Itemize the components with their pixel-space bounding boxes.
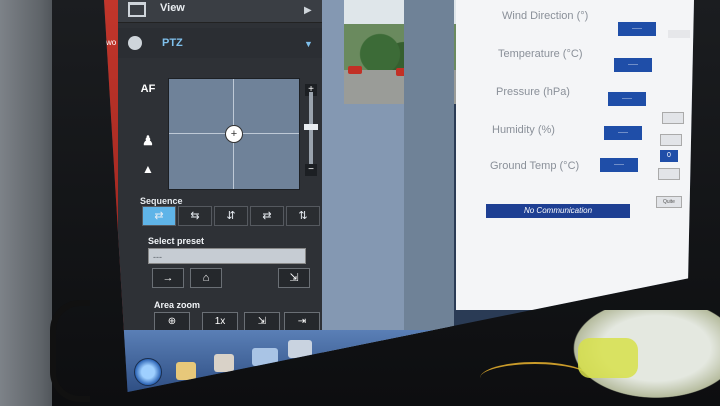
ground-temp-value: -----	[600, 158, 638, 172]
small-button[interactable]	[660, 134, 682, 146]
area-zoom-button[interactable]: ⊕	[154, 312, 190, 332]
zoom-out-button[interactable]: −	[305, 164, 317, 176]
temperature-value: -----	[614, 58, 652, 72]
sequence-button-5[interactable]: ⇅	[286, 206, 320, 226]
go-to-preset-button[interactable]: →	[152, 268, 184, 288]
sequence-label: Sequence	[140, 196, 183, 206]
ptz-icon	[128, 36, 142, 50]
landscape-icon[interactable]: ▲	[138, 160, 158, 178]
pressure-label: Pressure (hPa)	[496, 86, 570, 98]
wind-direction-value: -----	[618, 22, 656, 36]
indicator-box	[668, 30, 690, 38]
zoom-slider-handle[interactable]	[304, 124, 318, 130]
select-preset-label: Select preset	[148, 236, 205, 246]
taskbar-app-icon[interactable]	[288, 340, 312, 358]
foreground-device-part	[578, 338, 638, 378]
windows-start-button[interactable]	[134, 358, 162, 386]
ptz-joystick-pad[interactable]: +	[168, 78, 300, 190]
wind-direction-label: Wind Direction (°)	[502, 10, 589, 22]
zoom-fit-button[interactable]: ⇲	[244, 312, 280, 332]
sequence-button-3[interactable]: ⇵	[214, 206, 248, 226]
chevron-down-icon: ▼	[304, 39, 313, 49]
sequence-button-1[interactable]: ⇄	[142, 206, 176, 226]
zoom-slider-track[interactable]	[309, 92, 313, 168]
video-car	[348, 66, 362, 74]
person-icon[interactable]: ♟	[138, 132, 158, 150]
area-zoom-label: Area zoom	[154, 300, 201, 310]
ptz-section-header[interactable]: PTZ ▼	[118, 28, 322, 58]
autofocus-button[interactable]: AF	[138, 80, 158, 98]
chevron-right-icon: ▶	[304, 5, 312, 16]
view-section-header[interactable]: View ▶	[118, 0, 322, 23]
monitor-cable	[50, 300, 90, 402]
communication-status-bar: No Communication	[486, 204, 630, 218]
view-label: View	[160, 2, 185, 14]
crosshair-icon[interactable]: +	[225, 125, 243, 143]
home-button[interactable]: ⌂	[190, 268, 222, 288]
zoom-next-button[interactable]: ⇥	[284, 312, 320, 332]
temperature-label: Temperature (°C)	[498, 48, 583, 60]
pressure-value: -----	[608, 92, 646, 106]
weather-station-window: Wind Direction (°) ----- Temperature (°C…	[456, 0, 694, 310]
ptz-label: PTZ	[162, 37, 183, 49]
save-preset-button[interactable]: ⇲	[278, 268, 310, 288]
humidity-label: Humidity (%)	[492, 124, 555, 136]
zoom-1x-button[interactable]: 1x	[202, 312, 238, 332]
sequence-button-2[interactable]: ⇆	[178, 206, 212, 226]
desktop-icon-label[interactable]: wo	[106, 38, 116, 47]
file-explorer-icon[interactable]	[176, 362, 196, 380]
quit-button[interactable]: Quite	[656, 196, 682, 208]
monitor-icon	[128, 2, 146, 17]
small-button[interactable]	[662, 112, 684, 124]
humidity-value: -----	[604, 126, 642, 140]
preset-dropdown[interactable]: ---	[148, 248, 306, 264]
sequence-button-4[interactable]: ⇄	[250, 206, 284, 226]
camera-control-panel: View ▶ PTZ ▼ AF ♟ ▲ + + − Sequence ⇄ ⇆ ⇵…	[118, 0, 322, 360]
video-side-panel	[404, 0, 454, 340]
counter-value: 0	[660, 150, 678, 162]
taskbar-app-icon[interactable]	[214, 354, 234, 372]
small-button[interactable]	[658, 168, 680, 180]
ground-temp-label: Ground Temp (°C)	[490, 160, 580, 172]
